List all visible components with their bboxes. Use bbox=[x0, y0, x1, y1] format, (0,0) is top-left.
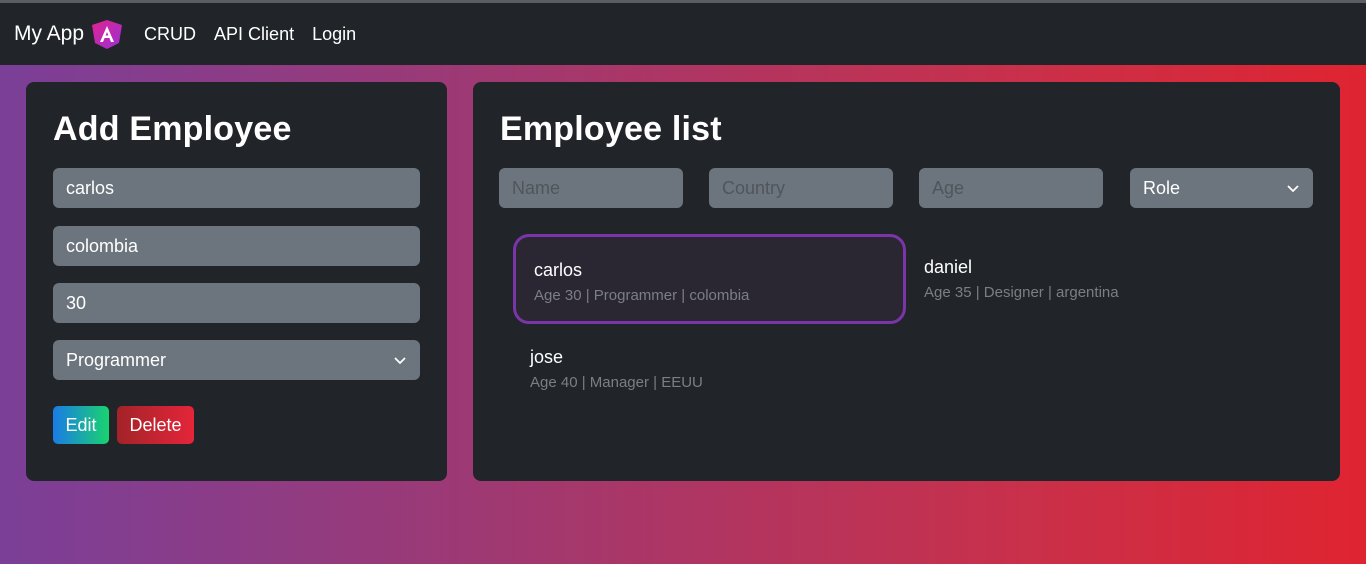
name-field[interactable] bbox=[53, 168, 420, 208]
employee-card[interactable]: carlos Age 30 | Programmer | colombia bbox=[513, 234, 906, 324]
brand[interactable]: My App bbox=[14, 19, 124, 49]
employee-card[interactable]: daniel Age 35 | Designer | argentina bbox=[910, 234, 1303, 324]
role-select[interactable]: Programmer bbox=[53, 340, 420, 380]
filter-role-select[interactable]: Role bbox=[1130, 168, 1313, 208]
filter-age-input[interactable] bbox=[919, 168, 1103, 208]
employee-details: Age 35 | Designer | argentina bbox=[924, 284, 1119, 301]
employee-name: jose bbox=[530, 347, 564, 367]
add-employee-title: Add Employee bbox=[53, 110, 292, 148]
nav-link-api-client[interactable]: API Client bbox=[214, 24, 294, 45]
employee-name: daniel bbox=[924, 257, 973, 277]
filter-role-value: Role bbox=[1143, 177, 1181, 198]
employee-details: Age 40 | Manager | EEUU bbox=[530, 374, 703, 391]
filter-country-input[interactable] bbox=[709, 168, 893, 208]
angular-logo-icon bbox=[92, 20, 123, 49]
nav-link-login[interactable]: Login bbox=[312, 24, 356, 45]
chevron-down-icon bbox=[394, 357, 406, 365]
employee-details: Age 30 | Programmer | colombia bbox=[534, 287, 750, 304]
age-field[interactable] bbox=[53, 283, 420, 323]
employee-card[interactable]: jose Age 40 | Manager | EEUU bbox=[513, 330, 906, 400]
edit-button[interactable]: Edit bbox=[53, 406, 109, 444]
filter-name-input[interactable] bbox=[499, 168, 683, 208]
chevron-down-icon bbox=[1287, 185, 1299, 193]
employee-list-card: Employee list Role carlos Age 30 | Progr… bbox=[473, 82, 1340, 481]
employee-list-title: Employee list bbox=[500, 110, 722, 148]
employee-name: carlos bbox=[534, 260, 583, 280]
nav-link-crud[interactable]: CRUD bbox=[144, 24, 196, 45]
delete-button[interactable]: Delete bbox=[117, 406, 194, 444]
add-employee-card: Add Employee Programmer Edit Delete bbox=[26, 82, 447, 481]
role-select-value: Programmer bbox=[66, 349, 167, 370]
country-field[interactable] bbox=[53, 226, 420, 266]
brand-name: My App bbox=[14, 22, 85, 45]
navbar: My App CRUD API Client Login bbox=[0, 3, 1366, 65]
